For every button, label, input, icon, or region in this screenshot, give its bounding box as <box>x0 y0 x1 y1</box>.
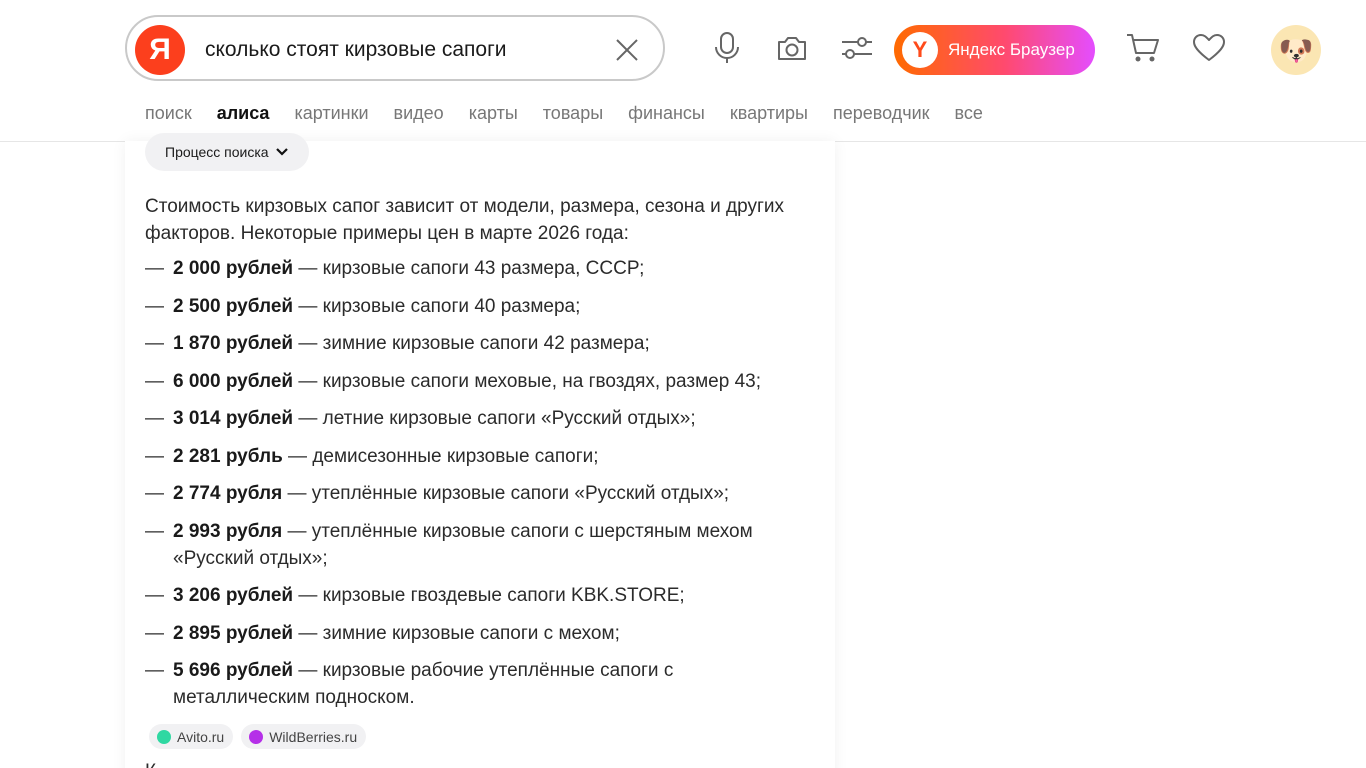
favorites-button[interactable] <box>1191 30 1227 66</box>
price-value: 3 014 рублей <box>173 408 294 429</box>
filters-icon <box>842 37 872 59</box>
price-description: — кирзовые сапоги меховые, на гвоздях, р… <box>293 370 762 392</box>
list-dash: — <box>145 258 164 279</box>
header: Я сколько стоят кирзовые сапоги Y Яндекс… <box>0 0 1366 142</box>
truncated-text: К <box>145 761 805 768</box>
user-avatar[interactable]: 🐶 <box>1271 25 1321 75</box>
price-value: 2 500 рублей <box>173 295 294 317</box>
tab-6[interactable]: финансы <box>628 100 705 140</box>
source-label: Avito.ru <box>177 728 225 745</box>
price-value: 2 895 рублей <box>173 622 294 644</box>
search-input[interactable] <box>203 31 607 69</box>
alice-answer-card: Процесс поиска Стоимость кирзовых сапог … <box>125 133 835 768</box>
price-description: — кирзовые гвоздевые сапоги KBK.STORE; <box>293 585 685 606</box>
list-item: — 2 000 рублей — кирзовые сапоги 43 разме… <box>145 255 805 282</box>
price-description: — зимние кирзовые сапоги 42 размера; <box>293 333 650 354</box>
price-value: 2 993 рубля <box>173 520 283 542</box>
cart-icon <box>1127 34 1159 62</box>
list-dash: — <box>145 585 164 606</box>
tab-7[interactable]: квартиры <box>730 100 808 140</box>
list-dash: — <box>145 370 164 392</box>
price-value: 6 000 рублей <box>173 370 294 392</box>
list-dash: — <box>145 660 164 681</box>
tab-2[interactable]: картинки <box>294 100 368 140</box>
search-box[interactable]: Я <box>125 15 665 81</box>
price-value: 5 696 рублей <box>173 660 294 681</box>
price-value: 2 281 рубль <box>173 445 283 467</box>
browser-logo-letter: Y <box>912 37 928 62</box>
source-label: WildBerries.ru <box>269 728 358 745</box>
price-value: 2 000 рублей <box>173 258 294 279</box>
tab-5[interactable]: товары <box>543 100 603 140</box>
price-description: — летние кирзовые сапоги «Русский отдых»… <box>293 408 696 429</box>
price-value: 2 774 рубля <box>173 483 283 504</box>
list-item: — 3 014 рублей — летние кирзовые сапоги «… <box>145 405 805 432</box>
price-value: 3 206 рублей <box>173 585 294 606</box>
list-dash: — <box>145 445 164 467</box>
browser-button-label: Яндекс Браузер <box>948 40 1075 59</box>
price-description: — демисезонные кирзовые сапоги; <box>282 445 599 467</box>
clear-search-button[interactable] <box>611 34 643 66</box>
list-item: — 2 281 рубль — демисезонные кирзовые сап… <box>145 443 805 470</box>
list-dash: — <box>145 333 164 354</box>
search-process-label: Процесс поиска <box>165 144 269 160</box>
answer-intro: Стоимость кирзовых сапог зависит от моде… <box>145 196 784 244</box>
heart-icon <box>1193 34 1225 61</box>
list-dash: — <box>145 622 164 644</box>
list-item: — 2 895 рублей — зимние кирзовые сапоги с… <box>145 620 805 647</box>
list-item: —5 696 рублей — кирзовые рабочие утеплён… <box>145 657 805 711</box>
answer-text: Стоимость кирзовых сапог зависит от моде… <box>145 193 805 722</box>
close-icon <box>616 39 638 61</box>
source-link[interactable]: WildBerries.ru <box>241 724 367 749</box>
source-list: Avito.ru WildBerries.ru <box>149 724 374 749</box>
price-list: — 2 000 рублей — кирзовые сапоги 43 разме… <box>145 255 805 711</box>
chevron-down-icon <box>275 148 288 156</box>
price-value: 1 870 рублей <box>173 333 294 354</box>
list-item: — 2 774 рубля — утеплённые кирзовые сапог… <box>145 480 805 507</box>
list-item: — 6 000 рублей — кирзовые сапоги меховые,… <box>145 368 805 395</box>
list-dash: — <box>145 483 164 504</box>
list-item: — 1 870 рублей — зимние кирзовые сапоги 4… <box>145 330 805 357</box>
price-description: — зимние кирзовые сапоги с мехом; <box>293 622 620 644</box>
yandex-browser-logo-icon: Y <box>902 32 938 68</box>
yandex-browser-button[interactable]: Y Яндекс Браузер <box>894 25 1095 75</box>
image-search-button[interactable] <box>774 30 810 66</box>
tab-4[interactable]: карты <box>469 100 518 140</box>
list-item: — 3 206 рублей — кирзовые гвоздевые сапог… <box>145 582 805 609</box>
tab-8[interactable]: переводчик <box>833 100 930 140</box>
list-item: — 2 500 рублей — кирзовые сапоги 40 разме… <box>145 293 805 320</box>
price-description: — кирзовые сапоги 40 размера; <box>293 295 581 317</box>
page: Я сколько стоят кирзовые сапоги Y Яндекс… <box>0 0 1366 768</box>
source-favicon-icon <box>157 729 171 744</box>
yandex-logo[interactable]: Я <box>135 25 185 75</box>
list-dash: — <box>145 295 164 317</box>
tab-9[interactable]: все <box>955 100 983 140</box>
cart-button[interactable] <box>1125 30 1161 66</box>
list-dash: — <box>145 520 164 542</box>
microphone-icon <box>715 32 739 63</box>
search-process-button[interactable]: Процесс поиска <box>145 133 309 171</box>
tab-3[interactable]: видео <box>394 100 444 140</box>
price-description: — кирзовые сапоги 43 размера, СССР; <box>293 258 645 279</box>
camera-icon <box>778 37 806 60</box>
search-filters-button[interactable] <box>839 30 875 66</box>
list-dash: — <box>145 408 164 429</box>
source-link[interactable]: Avito.ru <box>149 724 234 749</box>
price-description: — утеплённые кирзовые сапоги «Русский от… <box>282 483 730 504</box>
source-favicon-icon <box>249 729 264 744</box>
voice-search-button[interactable] <box>709 30 745 66</box>
list-item: —2 993 рубля — утеплённые кирзовые сапог… <box>145 518 805 572</box>
